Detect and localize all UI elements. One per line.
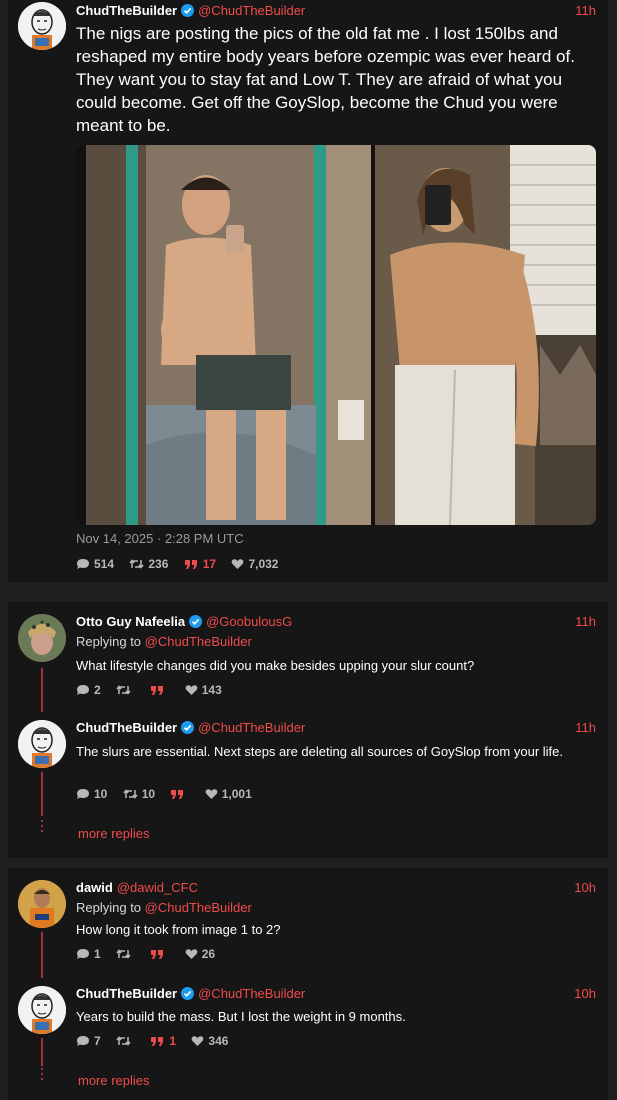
author-handle[interactable]: @dawid_CFC — [117, 880, 198, 895]
author-name[interactable]: ChudTheBuilder — [76, 986, 177, 1001]
retweet-button[interactable] — [116, 948, 135, 960]
heart-icon — [205, 789, 218, 799]
quote-button[interactable]: 1 — [150, 1034, 176, 1048]
retweet-icon — [116, 949, 131, 959]
post-time[interactable]: 11h — [575, 614, 596, 629]
post-media[interactable] — [76, 145, 596, 525]
author-name[interactable]: ChudTheBuilder — [76, 3, 177, 18]
post-text: The nigs are posting the pics of the old… — [76, 24, 575, 135]
heart-icon — [185, 949, 198, 959]
thread-line — [41, 932, 43, 978]
main-post-card: ChudTheBuilder @ChudTheBuilder 11h The ni… — [8, 0, 608, 582]
verified-badge-icon — [181, 721, 195, 734]
verified-badge-icon — [181, 987, 195, 1000]
retweet-button[interactable] — [116, 684, 135, 696]
quote-icon — [151, 686, 164, 695]
post-text: The slurs are essential. Next steps are … — [76, 744, 563, 759]
author-handle[interactable]: @ChudTheBuilder — [198, 3, 305, 18]
post-stats: 10 10 1,001 — [76, 787, 264, 803]
verified-badge-icon — [181, 4, 195, 17]
heart-icon — [185, 685, 198, 695]
post-text: How long it took from image 1 to 2? — [76, 922, 281, 937]
replying-to: Replying to @ChudTheBuilder — [76, 634, 252, 649]
quote-icon — [184, 560, 197, 569]
retweet-icon — [129, 559, 144, 569]
comment-icon — [77, 559, 89, 569]
quote-button[interactable] — [170, 788, 189, 800]
avatar[interactable] — [18, 720, 66, 768]
post-text: What lifestyle changes did you make besi… — [76, 658, 475, 673]
replying-to-handle[interactable]: @ChudTheBuilder — [145, 634, 252, 649]
avatar[interactable] — [18, 2, 66, 50]
comment-icon — [77, 949, 89, 959]
post-stats: 1 26 — [76, 947, 227, 963]
avatar[interactable] — [18, 880, 66, 928]
comment-icon — [77, 789, 89, 799]
retweet-button[interactable] — [116, 1035, 135, 1047]
author-handle[interactable]: @GoobulousG — [206, 614, 292, 629]
post-timestamp[interactable]: Nov 14, 2025 · 2:28 PM UTC — [76, 531, 244, 546]
more-replies-link[interactable]: more replies — [78, 826, 150, 841]
post-text: Years to build the mass. But I lost the … — [76, 1009, 406, 1024]
replying-to-handle[interactable]: @ChudTheBuilder — [145, 900, 252, 915]
thread-line — [41, 772, 43, 816]
reply-thread: dawid @dawid_CFC 10h Replying to @ChudThe… — [8, 868, 608, 1100]
author-handle[interactable]: @ChudTheBuilder — [198, 720, 305, 735]
quote-button[interactable]: 17 — [184, 557, 216, 571]
reply-button[interactable]: 1 — [76, 947, 101, 961]
post-stats: 7 1 346 — [76, 1034, 240, 1050]
quote-icon — [151, 950, 164, 959]
post-time[interactable]: 11h — [575, 720, 596, 735]
like-button[interactable]: 346 — [191, 1034, 228, 1048]
comment-icon — [77, 685, 89, 695]
quote-icon — [171, 790, 184, 799]
media-image-before[interactable] — [86, 145, 371, 525]
reply-button[interactable]: 7 — [76, 1034, 101, 1048]
reply-button[interactable]: 2 — [76, 683, 101, 697]
author-name[interactable]: ChudTheBuilder — [76, 720, 177, 735]
replying-to-label: Replying to — [76, 634, 142, 649]
replying-to-label: Replying to — [76, 900, 142, 915]
retweet-button[interactable]: 236 — [129, 557, 168, 571]
author-handle[interactable]: @ChudTheBuilder — [198, 986, 305, 1001]
quote-button[interactable] — [150, 948, 169, 960]
reply-button[interactable]: 514 — [76, 557, 114, 571]
avatar[interactable] — [18, 986, 66, 1034]
like-button[interactable]: 1,001 — [205, 787, 252, 801]
retweet-icon — [116, 1036, 131, 1046]
thread-line — [41, 668, 43, 712]
retweet-button[interactable]: 10 — [123, 787, 155, 801]
post-stats: 2 143 — [76, 683, 234, 699]
comment-icon — [77, 1036, 89, 1046]
retweet-icon — [123, 789, 138, 799]
reply-button[interactable]: 10 — [76, 787, 107, 801]
like-button[interactable]: 143 — [185, 683, 222, 697]
author-name[interactable]: Otto Guy Nafeelia — [76, 614, 185, 629]
quote-icon — [151, 1037, 164, 1046]
verified-badge-icon — [189, 615, 203, 628]
thread-line — [41, 1038, 43, 1066]
post-stats: 514 236 17 7,032 — [76, 557, 290, 573]
quote-button[interactable] — [150, 684, 169, 696]
heart-icon — [232, 559, 244, 569]
post-time[interactable]: 11h — [575, 3, 596, 18]
more-replies-dots — [41, 1068, 44, 1083]
post-time[interactable]: 10h — [574, 986, 596, 1001]
avatar[interactable] — [18, 614, 66, 662]
reply-thread: Otto Guy Nafeelia @GoobulousG 11h Replyin… — [8, 602, 608, 858]
post-time[interactable]: 10h — [574, 880, 596, 895]
more-replies-link[interactable]: more replies — [78, 1073, 150, 1088]
like-button[interactable]: 26 — [185, 947, 215, 961]
like-button[interactable]: 7,032 — [231, 557, 278, 571]
more-replies-dots — [41, 820, 44, 835]
replying-to: Replying to @ChudTheBuilder — [76, 900, 252, 915]
heart-icon — [192, 1036, 204, 1046]
media-image-after[interactable] — [375, 145, 596, 525]
retweet-icon — [116, 685, 131, 695]
author-name[interactable]: dawid — [76, 880, 113, 895]
